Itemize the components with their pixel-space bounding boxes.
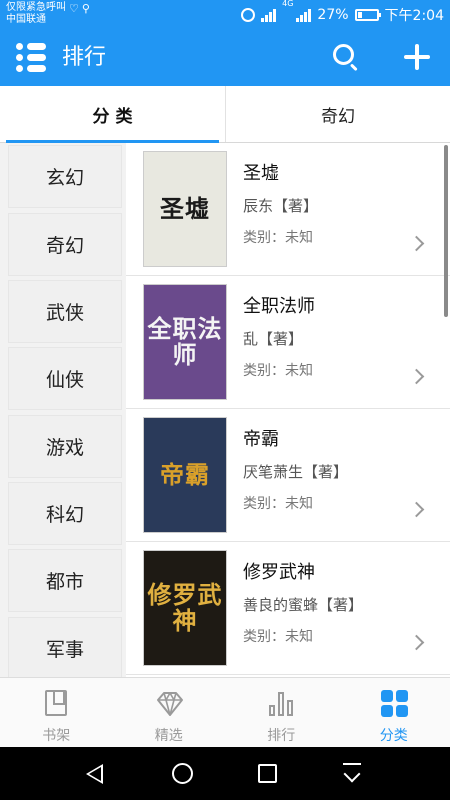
nav-ranking[interactable]: 排行: [225, 678, 338, 748]
category-item-junshi[interactable]: 军事: [8, 617, 122, 677]
list-scrollbar[interactable]: [444, 145, 448, 317]
chevron-right-icon[interactable]: [408, 368, 425, 385]
nav-bookshelf[interactable]: 书架: [0, 678, 113, 748]
book-author: 乱【著】: [243, 330, 304, 348]
carrier-emergency-text: 仅限紧急呼叫: [6, 2, 66, 13]
book-cover[interactable]: 修罗武神: [143, 550, 227, 666]
status-indicators: 4G 27% 下午2:04: [241, 0, 444, 30]
nav-label: 精选: [154, 728, 183, 744]
bottom-nav: 书架 精选 排行 分类: [0, 677, 450, 747]
signal-icon-2: [296, 8, 312, 22]
chevron-right-icon[interactable]: [408, 501, 425, 518]
book-title: 修罗武神: [243, 562, 315, 583]
notification-pull-icon[interactable]: [343, 763, 361, 785]
tab-fantasy[interactable]: 奇幻: [225, 86, 450, 142]
cover-title-text: 修罗武神: [147, 580, 223, 635]
menu-icon[interactable]: [16, 42, 46, 74]
category-item-xuanhuan[interactable]: 玄幻: [8, 145, 122, 208]
chevron-right-icon[interactable]: [408, 235, 425, 252]
book-row[interactable]: 圣墟 圣墟 辰东【著】 类别：未知: [126, 143, 450, 276]
recent-apps-icon[interactable]: [258, 764, 277, 783]
book-title: 帝霸: [243, 429, 279, 450]
book-row[interactable]: 帝霸 帝霸 厌笔萧生【著】 类别：未知: [126, 409, 450, 542]
nav-label: 分类: [379, 728, 408, 744]
category-item-dushi[interactable]: 都市: [8, 549, 122, 612]
carrier-info: 仅限紧急呼叫 ♡ ⚲ 中国联通: [6, 2, 90, 26]
carrier-name: 中国联通: [6, 14, 46, 25]
add-icon[interactable]: [404, 44, 430, 70]
status-bar: 仅限紧急呼叫 ♡ ⚲ 中国联通 4G 27% 下午2:04: [0, 0, 450, 30]
nav-category[interactable]: 分类: [338, 678, 450, 748]
nav-label: 书架: [42, 728, 71, 744]
bookmark-icon: [45, 690, 67, 716]
alarm-icon: [241, 8, 256, 22]
back-icon[interactable]: [86, 764, 103, 784]
book-category: 类别：未知: [243, 629, 313, 645]
book-category: 类别：未知: [243, 363, 313, 379]
book-title: 圣墟: [243, 163, 279, 184]
system-nav-bar: [0, 747, 450, 800]
bar-chart-icon: [268, 690, 296, 718]
battery-percent: 27%: [317, 7, 349, 23]
category-list: 玄幻 奇幻 武侠 仙侠 游戏 科幻 都市 军事: [0, 143, 126, 677]
cover-title-text: 圣墟: [160, 194, 210, 223]
category-item-youxi[interactable]: 游戏: [8, 415, 122, 478]
book-list: 圣墟 圣墟 辰东【著】 类别：未知 全职法师 全职法师 乱【著】 类别：未知 帝…: [126, 143, 450, 677]
key-icon: ⚲: [81, 1, 90, 15]
book-row[interactable]: 全职法师 全职法师 乱【著】 类别：未知: [126, 276, 450, 409]
cover-title-text: 帝霸: [160, 460, 210, 489]
book-category: 类别：未知: [243, 496, 313, 512]
cover-title-text: 全职法师: [147, 314, 223, 369]
category-item-kehuan[interactable]: 科幻: [8, 482, 122, 545]
nav-featured[interactable]: 精选: [113, 678, 226, 748]
book-row[interactable]: 修罗武神 修罗武神 善良的蜜蜂【著】 类别：未知: [126, 542, 450, 675]
app-header: 排行: [0, 30, 450, 86]
heartbeat-icon: ♡: [69, 1, 79, 15]
network-type: 4G: [282, 0, 294, 8]
book-cover[interactable]: 全职法师: [143, 284, 227, 400]
book-author: 善良的蜜蜂【著】: [243, 596, 364, 614]
chevron-right-icon[interactable]: [408, 634, 425, 651]
book-cover[interactable]: 圣墟: [143, 151, 227, 267]
book-cover[interactable]: 帝霸: [143, 417, 227, 533]
diamond-icon: [156, 692, 183, 716]
battery-level-fill: [357, 12, 363, 18]
tab-bar: 分 类 奇幻: [0, 86, 450, 143]
category-item-xianxia[interactable]: 仙侠: [8, 347, 122, 410]
grid-icon: [380, 690, 409, 718]
clock: 下午2:04: [384, 8, 444, 24]
signal-icon-1: [261, 8, 277, 22]
nav-label: 排行: [267, 728, 296, 744]
book-author: 辰东【著】: [243, 197, 319, 215]
search-icon[interactable]: [333, 44, 359, 72]
book-title: 全职法师: [243, 296, 315, 317]
book-author: 厌笔萧生【著】: [243, 463, 349, 481]
home-icon[interactable]: [172, 763, 193, 784]
book-category: 类别：未知: [243, 230, 313, 246]
page-title: 排行: [62, 45, 107, 70]
tab-category[interactable]: 分 类: [0, 86, 225, 143]
category-item-qihuan[interactable]: 奇幻: [8, 213, 122, 276]
category-item-wuxia[interactable]: 武侠: [8, 280, 122, 343]
battery-icon: [354, 9, 381, 21]
